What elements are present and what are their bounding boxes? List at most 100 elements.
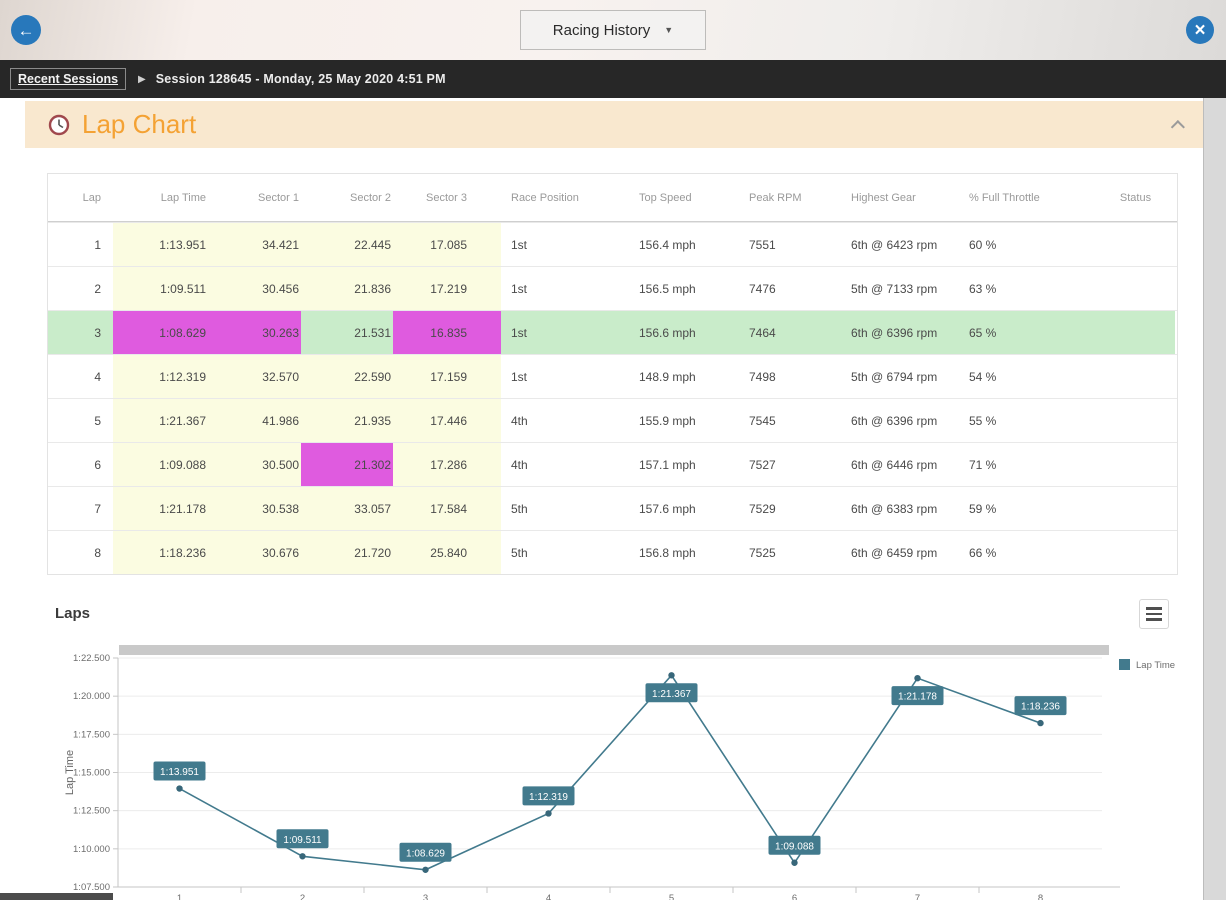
- x-tick-label: 5: [669, 893, 674, 900]
- page-right-gutter: [1203, 98, 1226, 900]
- breadcrumb-link-recent-sessions[interactable]: Recent Sessions: [10, 68, 126, 90]
- cell-race_position: 5th: [501, 487, 629, 530]
- data-point[interactable]: [914, 675, 920, 681]
- cell-status: [1096, 223, 1175, 266]
- cell-sector_1: 30.263: [208, 311, 301, 354]
- cell-race_position: 1st: [501, 311, 629, 354]
- cell-race_position: 1st: [501, 355, 629, 398]
- cell-race_position: 1st: [501, 267, 629, 310]
- cell-highest_gear: 5th @ 7133 rpm: [841, 267, 959, 310]
- cell-top_speed: 156.8 mph: [629, 531, 739, 574]
- cell-sector_3: 17.219: [393, 267, 501, 310]
- cell-top_speed: 156.5 mph: [629, 267, 739, 310]
- cell-top_speed: 155.9 mph: [629, 399, 739, 442]
- data-point[interactable]: [299, 853, 305, 859]
- top-bar: ← Racing History ▼ ×: [0, 0, 1226, 60]
- close-button[interactable]: ×: [1186, 16, 1214, 44]
- column-header-full_throttle: % Full Throttle: [959, 174, 1096, 221]
- cell-lap_time: 1:08.629: [113, 311, 208, 354]
- data-point[interactable]: [791, 860, 797, 866]
- cell-sector_2: 22.445: [301, 223, 393, 266]
- x-tick-label: 8: [1038, 893, 1043, 900]
- table-row[interactable]: 11:13.95134.42122.44517.0851st156.4 mph7…: [48, 222, 1177, 266]
- cell-sector_2: 21.836: [301, 267, 393, 310]
- svg-text:1:12.319: 1:12.319: [529, 792, 568, 803]
- legend-label[interactable]: Lap Time: [1136, 660, 1175, 671]
- main-content: Lap Chart LapLap TimeSector 1Sector 2Sec…: [25, 98, 1203, 900]
- cell-lap: 2: [48, 267, 113, 310]
- x-tick-label: 4: [546, 893, 551, 900]
- cell-sector_3: 17.446: [393, 399, 501, 442]
- column-header-lap_time: Lap Time: [113, 174, 208, 221]
- data-point[interactable]: [545, 810, 551, 816]
- data-point[interactable]: [668, 672, 674, 678]
- cell-sector_1: 34.421: [208, 223, 301, 266]
- cell-lap_time: 1:09.088: [113, 443, 208, 486]
- table-row[interactable]: 61:09.08830.50021.30217.2864th157.1 mph7…: [48, 442, 1177, 486]
- breadcrumb-session-label: Session 128645 - Monday, 25 May 2020 4:5…: [156, 72, 446, 86]
- cell-highest_gear: 6th @ 6396 rpm: [841, 311, 959, 354]
- cell-lap: 4: [48, 355, 113, 398]
- cell-sector_3: 17.286: [393, 443, 501, 486]
- y-tick-label: 1:12.500: [73, 806, 110, 817]
- table-row[interactable]: 31:08.62930.26321.53116.8351st156.6 mph7…: [48, 310, 1177, 354]
- cell-full_throttle: 63 %: [959, 267, 1096, 310]
- cell-lap: 1: [48, 223, 113, 266]
- svg-text:1:13.951: 1:13.951: [160, 767, 199, 778]
- cell-highest_gear: 6th @ 6459 rpm: [841, 531, 959, 574]
- cell-full_throttle: 54 %: [959, 355, 1096, 398]
- column-header-sector_1: Sector 1: [208, 174, 301, 221]
- chevron-down-icon: ▼: [664, 25, 673, 35]
- cell-sector_1: 30.676: [208, 531, 301, 574]
- cell-sector_1: 30.456: [208, 267, 301, 310]
- cell-top_speed: 148.9 mph: [629, 355, 739, 398]
- cell-sector_1: 41.986: [208, 399, 301, 442]
- table-row[interactable]: 21:09.51130.45621.83617.2191st156.5 mph7…: [48, 266, 1177, 310]
- table-row[interactable]: 71:21.17830.53833.05717.5845th157.6 mph7…: [48, 486, 1177, 530]
- cell-sector_3: 17.159: [393, 355, 501, 398]
- cell-status: [1096, 443, 1175, 486]
- cell-lap: 6: [48, 443, 113, 486]
- table-row[interactable]: 41:12.31932.57022.59017.1591st148.9 mph7…: [48, 354, 1177, 398]
- chart-menu-button[interactable]: [1139, 599, 1169, 629]
- cell-full_throttle: 60 %: [959, 223, 1096, 266]
- table-row[interactable]: 51:21.36741.98621.93517.4464th155.9 mph7…: [48, 398, 1177, 442]
- svg-text:1:09.511: 1:09.511: [283, 835, 322, 846]
- table-header-row[interactable]: LapLap TimeSector 1Sector 2Sector 3Race …: [48, 174, 1177, 222]
- cell-sector_3: 25.840: [393, 531, 501, 574]
- data-point[interactable]: [422, 867, 428, 873]
- hamburger-icon: [1146, 607, 1162, 610]
- cell-peak_rpm: 7525: [739, 531, 841, 574]
- legend-swatch[interactable]: [1119, 659, 1130, 670]
- column-header-sector_3: Sector 3: [393, 174, 501, 221]
- cell-sector_2: 21.720: [301, 531, 393, 574]
- cell-lap_time: 1:12.319: [113, 355, 208, 398]
- cell-full_throttle: 66 %: [959, 531, 1096, 574]
- cell-race_position: 1st: [501, 223, 629, 266]
- table-row[interactable]: 81:18.23630.67621.72025.8405th156.8 mph7…: [48, 530, 1177, 574]
- cell-status: [1096, 531, 1175, 574]
- back-button[interactable]: ←: [11, 15, 41, 45]
- cell-sector_3: 16.835: [393, 311, 501, 354]
- cell-lap: 7: [48, 487, 113, 530]
- view-dropdown[interactable]: Racing History ▼: [520, 10, 706, 50]
- cell-lap: 5: [48, 399, 113, 442]
- cell-peak_rpm: 7527: [739, 443, 841, 486]
- data-point[interactable]: [176, 785, 182, 791]
- cell-peak_rpm: 7498: [739, 355, 841, 398]
- column-header-peak_rpm: Peak RPM: [739, 174, 841, 221]
- cell-highest_gear: 5th @ 6794 rpm: [841, 355, 959, 398]
- clipped-footer-fragment: [0, 893, 113, 900]
- back-arrow-icon: ←: [18, 22, 35, 39]
- cell-top_speed: 157.1 mph: [629, 443, 739, 486]
- cell-full_throttle: 59 %: [959, 487, 1096, 530]
- chart-scrollbar[interactable]: [119, 645, 1109, 655]
- breadcrumb-separator-icon: ▶: [138, 74, 146, 85]
- close-icon: ×: [1194, 21, 1205, 40]
- data-point[interactable]: [1037, 720, 1043, 726]
- cell-top_speed: 157.6 mph: [629, 487, 739, 530]
- lap-chart-section-header[interactable]: Lap Chart: [25, 101, 1203, 148]
- y-tick-label: 1:22.500: [73, 653, 110, 664]
- cell-peak_rpm: 7545: [739, 399, 841, 442]
- cell-sector_2: 21.302: [301, 443, 393, 486]
